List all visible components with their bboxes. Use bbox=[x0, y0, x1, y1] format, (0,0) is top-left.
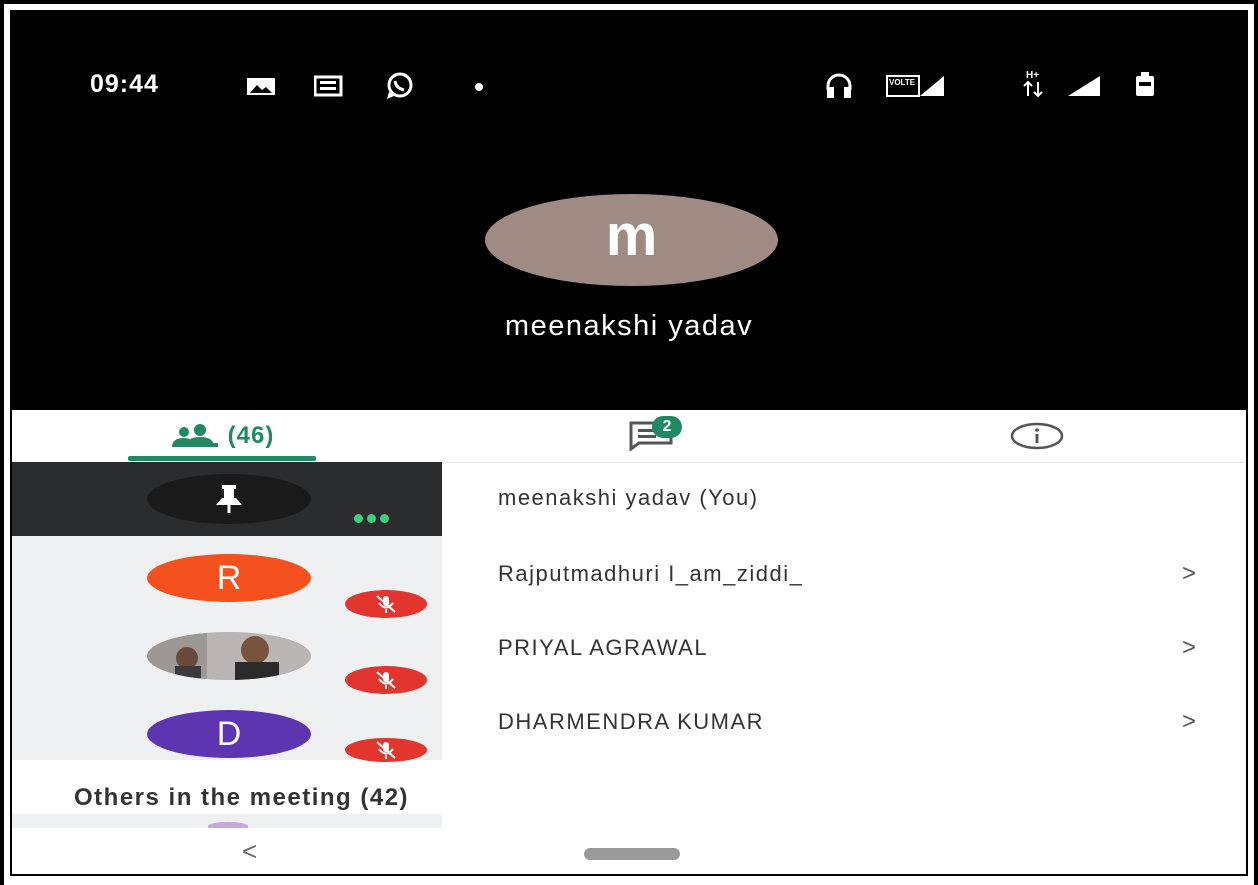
self-tile[interactable] bbox=[12, 462, 442, 536]
volte-icon: VOLTE bbox=[886, 75, 944, 97]
people-count: (46) bbox=[227, 422, 275, 449]
pin-button[interactable] bbox=[147, 474, 311, 524]
mic-off-icon bbox=[345, 590, 427, 618]
tab-bar: (46) 2 bbox=[12, 410, 1246, 463]
phone-screen: 09:44 VOLTE H+ m meenakshi yadav (46) 2 … bbox=[10, 10, 1248, 876]
news-icon bbox=[314, 75, 343, 97]
avatar-dharmendra-kumar: D bbox=[147, 710, 311, 758]
dot-icon bbox=[475, 83, 483, 91]
status-bar: 09:44 VOLTE H+ bbox=[12, 12, 1246, 152]
participant-avatar-column: R D bbox=[12, 462, 442, 762]
chevron-right-icon[interactable]: > bbox=[1182, 560, 1196, 588]
signal-icon bbox=[1068, 76, 1100, 96]
avatar-rajputmadhuri: R bbox=[147, 554, 311, 602]
speaker-name: meenakshi yadav bbox=[504, 310, 754, 342]
others-section-heading: Others in the meeting (42) bbox=[74, 784, 410, 811]
participant-name: meenakshi yadav (You) bbox=[498, 485, 759, 510]
whatsapp-icon bbox=[387, 72, 413, 99]
tab-info[interactable] bbox=[1002, 410, 1072, 462]
speaker-avatar: m bbox=[485, 194, 778, 286]
mic-off-icon bbox=[345, 738, 427, 762]
battery-icon bbox=[1136, 72, 1154, 96]
speaker-initial: m bbox=[605, 203, 658, 268]
volte-text: VOLTE bbox=[889, 78, 916, 87]
participant-row[interactable]: PRIYAL AGRAWAL > bbox=[442, 628, 1246, 668]
system-nav-bar: < bbox=[12, 828, 1246, 874]
mic-off-icon bbox=[345, 666, 427, 694]
image-icon bbox=[247, 78, 275, 95]
avatar-priyal-agrawal bbox=[147, 632, 311, 680]
data-arrows-icon: H+ bbox=[1023, 70, 1043, 98]
participant-name: Rajputmadhuri I_am_ziddi_ bbox=[498, 561, 804, 586]
profile-photo bbox=[147, 632, 311, 680]
tab-people[interactable]: (46) bbox=[128, 410, 316, 462]
tab-chat[interactable] bbox=[592, 410, 712, 462]
people-icon bbox=[171, 424, 218, 447]
participant-row[interactable]: DHARMENDRA KUMAR > bbox=[442, 702, 1246, 742]
participant-name: PRIYAL AGRAWAL bbox=[498, 635, 709, 660]
participant-row[interactable]: Rajputmadhuri I_am_ziddi_ > bbox=[442, 554, 1246, 594]
headphones-icon bbox=[826, 73, 852, 98]
main-video-area[interactable]: 09:44 VOLTE H+ m meenakshi yadav bbox=[12, 12, 1246, 410]
avatar-initial: D bbox=[216, 714, 242, 753]
home-pill[interactable] bbox=[584, 848, 680, 860]
avatar-initial: R bbox=[216, 558, 242, 597]
data-type-text: H+ bbox=[1026, 70, 1039, 81]
participant-name: DHARMENDRA KUMAR bbox=[498, 709, 765, 734]
chat-unread-badge: 2 bbox=[652, 416, 682, 438]
clock: 09:44 bbox=[90, 70, 159, 98]
participant-row[interactable]: meenakshi yadav (You) bbox=[442, 478, 1246, 518]
info-icon bbox=[1010, 422, 1064, 450]
chevron-right-icon[interactable]: > bbox=[1182, 634, 1196, 662]
chevron-right-icon[interactable]: > bbox=[1182, 708, 1196, 736]
pin-icon bbox=[216, 485, 242, 513]
more-options-icon[interactable] bbox=[354, 514, 389, 523]
back-icon[interactable]: < bbox=[242, 836, 257, 867]
active-tab-indicator bbox=[128, 456, 316, 461]
